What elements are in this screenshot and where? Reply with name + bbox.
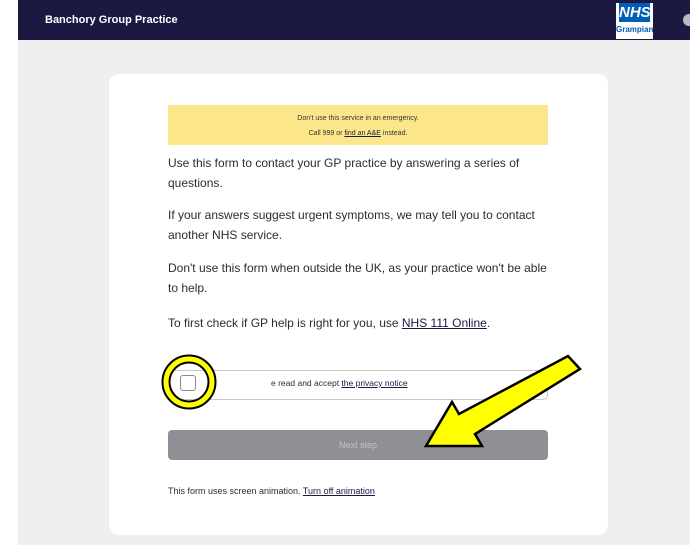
- nhs-logo: NHS Grampian: [616, 3, 653, 39]
- nhs-111-online-link[interactable]: NHS 111 Online: [402, 316, 487, 330]
- privacy-checkbox[interactable]: [180, 375, 196, 391]
- emergency-warning: Don't use this service in an emergency. …: [168, 105, 548, 145]
- nhs111-prefix: To first check if GP help is right for y…: [168, 316, 402, 330]
- nhs111-suffix: .: [486, 316, 491, 330]
- warning-suffix: instead.: [380, 130, 408, 137]
- consent-label-prefix: e read and accept: [271, 378, 342, 388]
- warning-prefix: Call 999 or: [308, 130, 345, 137]
- animation-note: This form uses screen animation. Turn of…: [168, 486, 375, 496]
- intro-paragraph-3: Don't use this form when outside the UK,…: [168, 261, 547, 295]
- intro-paragraph-2: If your answers suggest urgent symptoms,…: [168, 208, 535, 242]
- intro-paragraph-4: To first check if GP help is right for y…: [168, 313, 548, 333]
- practice-name: Banchory Group Practice: [45, 14, 178, 26]
- site-header: Banchory Group Practice: [18, 0, 690, 40]
- turn-off-animation-link[interactable]: Turn off animation: [303, 486, 375, 496]
- account-icon[interactable]: [683, 14, 690, 26]
- nhs-logo-region: Grampian: [616, 25, 654, 34]
- animation-note-text: This form uses screen animation.: [168, 486, 303, 496]
- warning-line-2: Call 999 or find an A&E instead.: [168, 130, 548, 137]
- nhs-logo-text: NHS: [619, 3, 651, 22]
- privacy-notice-link[interactable]: the privacy notice: [341, 378, 407, 388]
- warning-line-1: Don't use this service in an emergency.: [297, 115, 419, 122]
- privacy-consent-label: e read and accept the privacy notice: [271, 378, 408, 388]
- find-ae-link[interactable]: find an A&E: [344, 130, 381, 137]
- next-step-button[interactable]: Next step: [168, 430, 548, 460]
- intro-paragraph-1: Use this form to contact your GP practic…: [168, 156, 520, 190]
